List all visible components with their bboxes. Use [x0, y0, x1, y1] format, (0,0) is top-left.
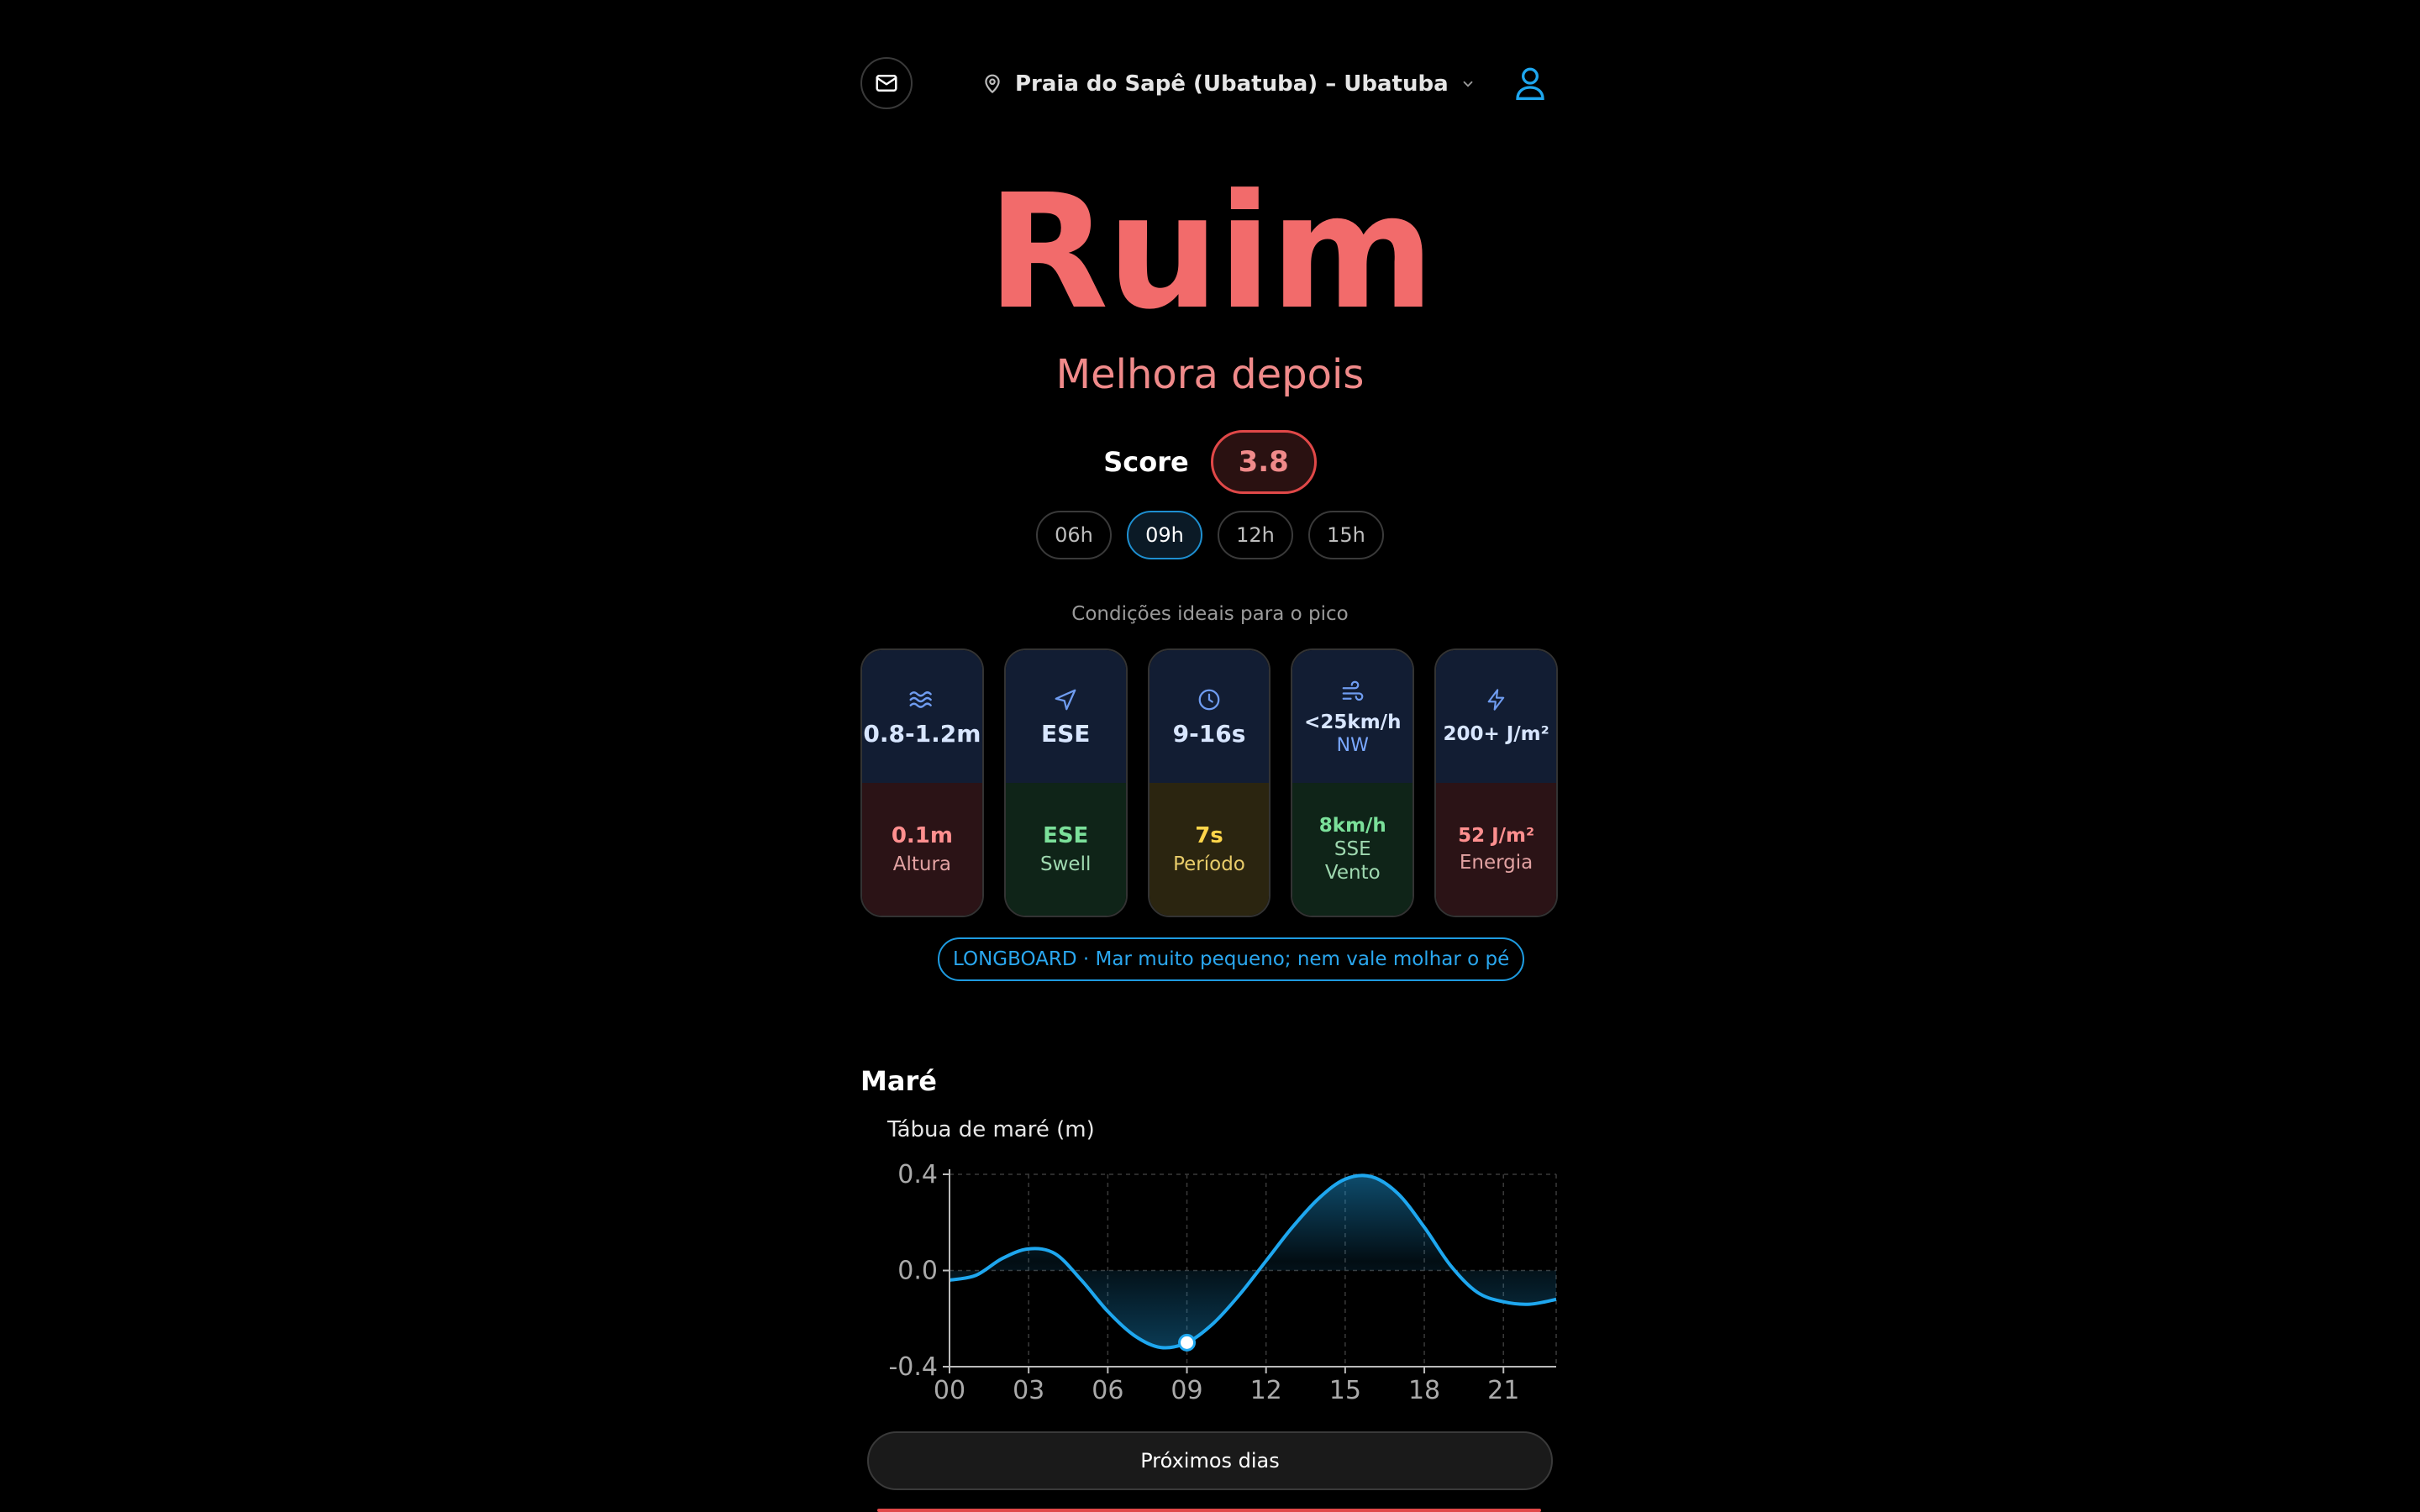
profile-button[interactable] — [1509, 62, 1551, 104]
x-tick-label: 00 — [934, 1376, 965, 1405]
conditions-cards: 0.8-1.2m 0.1m Altura ESE ESE Swell 9-16s — [860, 648, 1558, 917]
tide-area — [950, 1175, 1556, 1348]
current-value: 52 J/m² — [1458, 825, 1535, 847]
location-selector[interactable]: Praia do Sapê (Ubatuba) – Ubatuba — [981, 66, 1476, 102]
hour-button-12h[interactable]: 12h — [1218, 511, 1293, 559]
card-energy: 200+ J/m² 52 J/m² Energia — [1434, 648, 1558, 917]
x-tick-label: 03 — [1013, 1376, 1044, 1405]
card-ideal: 0.8-1.2m — [862, 650, 982, 783]
current-value: 8km/h — [1318, 815, 1386, 837]
hour-selector: 06h 09h 12h 15h — [857, 511, 1563, 559]
card-period: 9-16s 7s Período — [1147, 648, 1271, 917]
score-badge: 3.8 — [1210, 430, 1317, 494]
condition-rating: Ruim — [986, 160, 1435, 344]
ideal-value: 200+ J/m² — [1443, 723, 1549, 745]
card-label: Vento — [1324, 862, 1381, 884]
card-ideal: 200+ J/m² — [1436, 650, 1556, 783]
tide-chart: 0.4 0.0 -0.400 03 06 09 12 15 18 21 — [888, 1160, 1557, 1405]
y-tick-label: 0.4 — [897, 1160, 938, 1189]
hour-button-06h[interactable]: 06h — [1036, 511, 1112, 559]
tide-chart-title: Tábua de maré (m) — [887, 1117, 1095, 1142]
map-pin-icon — [985, 74, 1000, 93]
x-tick-label: 06 — [1092, 1376, 1123, 1405]
card-current: 8km/h SSE Vento — [1292, 783, 1413, 916]
next-days-accent — [877, 1509, 1541, 1512]
ideal-value: 0.8-1.2m — [863, 720, 981, 748]
mail-button[interactable] — [860, 57, 913, 109]
current-value: ESE — [1043, 823, 1089, 848]
current-time-marker — [1178, 1333, 1197, 1352]
card-ideal: <25km/h NW — [1292, 650, 1413, 783]
user-icon — [1516, 67, 1544, 100]
x-tick-label: 15 — [1329, 1376, 1361, 1405]
hour-button-15h[interactable]: 15h — [1308, 511, 1384, 559]
location-label: Praia do Sapê (Ubatuba) – Ubatuba — [1015, 71, 1449, 97]
card-ideal: 9-16s — [1149, 650, 1270, 783]
ideal-conditions-note: Condições ideais para o pico — [1071, 603, 1349, 625]
zap-icon — [1487, 689, 1504, 711]
ideal-value: 9-16s — [1172, 720, 1246, 748]
ideal-value: <25km/h — [1304, 711, 1402, 733]
card-height: 0.8-1.2m 0.1m Altura — [860, 648, 984, 917]
condition-trend: Melhora depois — [1055, 351, 1365, 398]
next-days-button[interactable]: Próximos dias — [867, 1431, 1553, 1490]
score-label: Score — [1103, 446, 1189, 478]
x-tick-label: 21 — [1487, 1376, 1519, 1405]
tide-section-title: Maré — [860, 1065, 937, 1097]
card-ideal: ESE — [1005, 650, 1126, 783]
card-label: Período — [1173, 853, 1245, 875]
current-value: 7s — [1195, 823, 1223, 848]
card-current: 7s Período — [1149, 783, 1270, 916]
current-direction: SSE — [1334, 838, 1371, 860]
y-tick-label: -0.4 — [888, 1352, 938, 1382]
current-value: 0.1m — [891, 823, 953, 848]
navigation-icon — [1055, 689, 1076, 711]
waves-icon — [909, 691, 933, 708]
wind-icon — [1342, 680, 1364, 701]
card-swell: ESE ESE Swell — [1003, 648, 1128, 917]
hour-button-09h[interactable]: 09h — [1127, 511, 1202, 559]
card-current: 52 J/m² Energia — [1436, 783, 1556, 916]
y-tick-label: 0.0 — [897, 1257, 938, 1286]
card-label: Swell — [1040, 853, 1092, 875]
x-tick-label: 12 — [1250, 1376, 1282, 1405]
x-tick-label: 09 — [1171, 1376, 1202, 1405]
board-recommendation-badge: LONGBOARD · Mar muito pequeno; nem vale … — [938, 937, 1525, 981]
mail-icon — [876, 75, 897, 92]
card-label: Energia — [1459, 852, 1534, 874]
ideal-direction: NW — [1336, 734, 1369, 756]
clock-icon — [1198, 689, 1220, 711]
card-current: 0.1m Altura — [862, 783, 982, 916]
card-wind: <25km/h NW 8km/h SSE Vento — [1291, 648, 1415, 917]
score-row: Score 3.8 — [857, 430, 1563, 494]
app: Praia do Sapê (Ubatuba) – Ubatuba Ruim M… — [857, 0, 1563, 1512]
card-label: Altura — [892, 853, 952, 875]
x-tick-label: 18 — [1408, 1376, 1440, 1405]
ideal-value: ESE — [1040, 720, 1091, 748]
card-current: ESE Swell — [1005, 783, 1126, 916]
chevron-down-icon — [1463, 81, 1473, 87]
